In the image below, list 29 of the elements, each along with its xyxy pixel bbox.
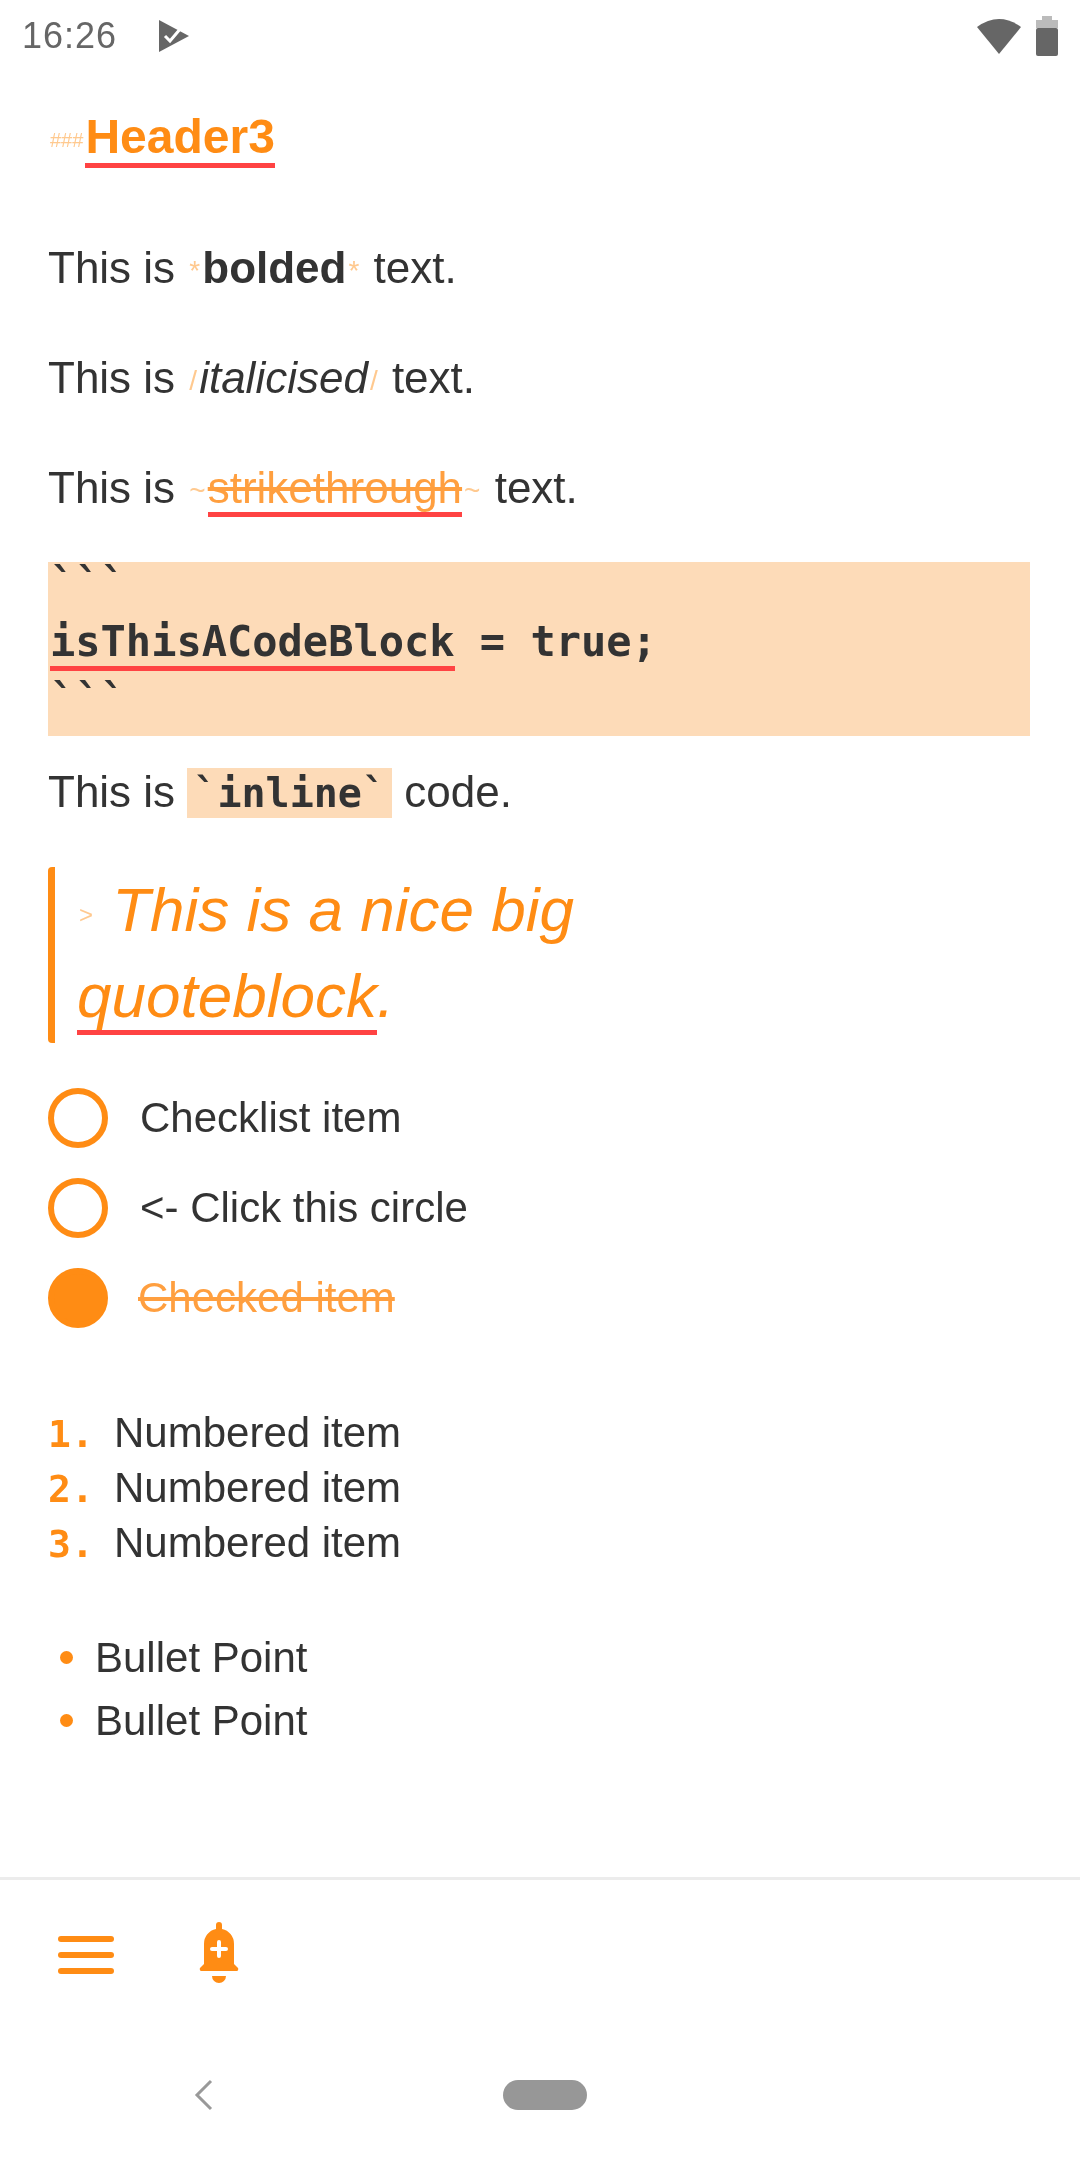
- code-block: ``` isThisACodeBlock = true; ```: [48, 562, 1030, 736]
- bullet-icon: [60, 1714, 73, 1727]
- paragraph-text: This is ~strikethrough~ text.: [48, 458, 1030, 518]
- status-time: 16:26: [22, 15, 118, 57]
- heading-text: ###Header3: [48, 102, 1030, 172]
- checklist-item-text: <- Click this circle: [140, 1184, 468, 1232]
- wifi-icon: [976, 17, 1022, 55]
- checkbox[interactable]: [48, 1178, 108, 1238]
- bullet-icon: [60, 1651, 73, 1664]
- back-icon[interactable]: [193, 2079, 213, 2111]
- battery-icon: [1036, 16, 1058, 56]
- home-pill[interactable]: [503, 2080, 587, 2110]
- list-number: 1.: [48, 1412, 95, 1456]
- list-item-text: Numbered item: [114, 1464, 402, 1512]
- quote-block: > This is a nice big quoteblock.: [48, 867, 700, 1043]
- list-item-text: Bullet Point: [95, 1696, 308, 1745]
- paragraph-text: This is *bolded* text.: [48, 242, 458, 294]
- checklist-item-text: Checklist item: [140, 1094, 402, 1142]
- list-number: 3.: [48, 1522, 95, 1566]
- checkbox[interactable]: [48, 1088, 108, 1148]
- paragraph-text: This is /italicised/ text.: [48, 352, 477, 404]
- list-item-text: Numbered item: [114, 1519, 402, 1567]
- menu-icon[interactable]: [58, 1935, 114, 1975]
- list-item-text: Bullet Point: [95, 1633, 308, 1682]
- list-number: 2.: [48, 1467, 95, 1511]
- checklist-item-text: Checked item: [137, 1274, 395, 1322]
- list-item-text: Numbered item: [114, 1409, 402, 1457]
- checkbox[interactable]: [48, 1268, 108, 1328]
- paragraph-text: This is `inline` code.: [48, 766, 513, 820]
